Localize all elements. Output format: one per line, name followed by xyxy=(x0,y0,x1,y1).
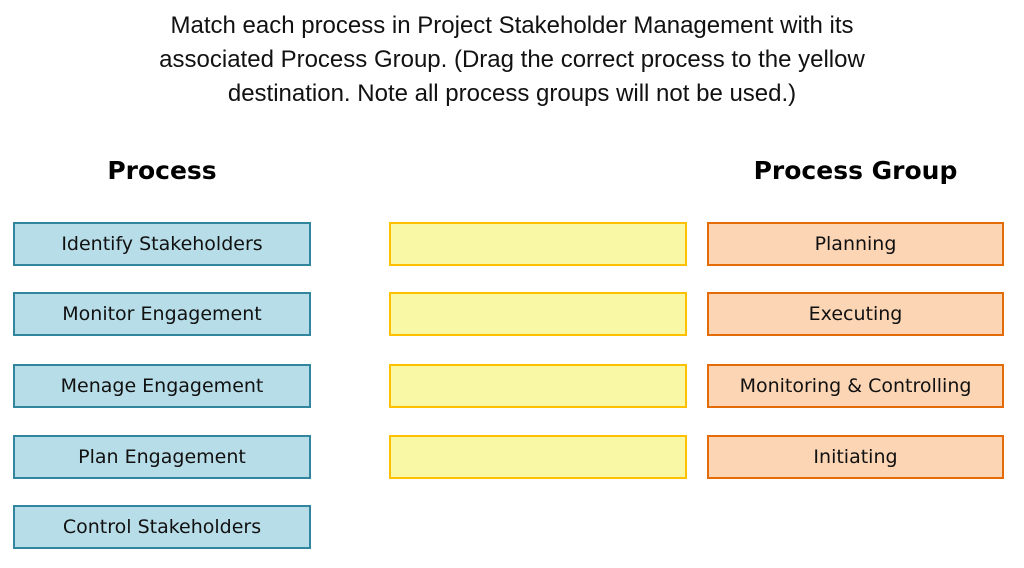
process-group-column-header: Process Group xyxy=(753,156,958,185)
process-group-label: Monitoring & Controlling xyxy=(707,364,1004,408)
instructions-line: associated Process Group. (Drag the corr… xyxy=(159,46,865,73)
draggable-process[interactable]: Monitor Engagement xyxy=(13,292,311,336)
draggable-process[interactable]: Control Stakeholders xyxy=(13,505,311,549)
process-group-label: Initiating xyxy=(707,435,1004,479)
drop-target[interactable] xyxy=(389,435,687,479)
draggable-process[interactable]: Menage Engagement xyxy=(13,364,311,408)
drop-target[interactable] xyxy=(389,292,687,336)
drop-target[interactable] xyxy=(389,222,687,266)
instructions-line: Match each process in Project Stakeholde… xyxy=(170,12,854,39)
draggable-process[interactable]: Plan Engagement xyxy=(13,435,311,479)
process-group-label: Executing xyxy=(707,292,1004,336)
instructions-line: destination. Note all process groups wil… xyxy=(227,80,797,107)
drop-target[interactable] xyxy=(389,364,687,408)
process-group-label: Planning xyxy=(707,222,1004,266)
process-column-header: Process xyxy=(107,156,217,185)
instructions-text: Match each process in Project Stakeholde… xyxy=(60,9,964,111)
draggable-process[interactable]: Identify Stakeholders xyxy=(13,222,311,266)
